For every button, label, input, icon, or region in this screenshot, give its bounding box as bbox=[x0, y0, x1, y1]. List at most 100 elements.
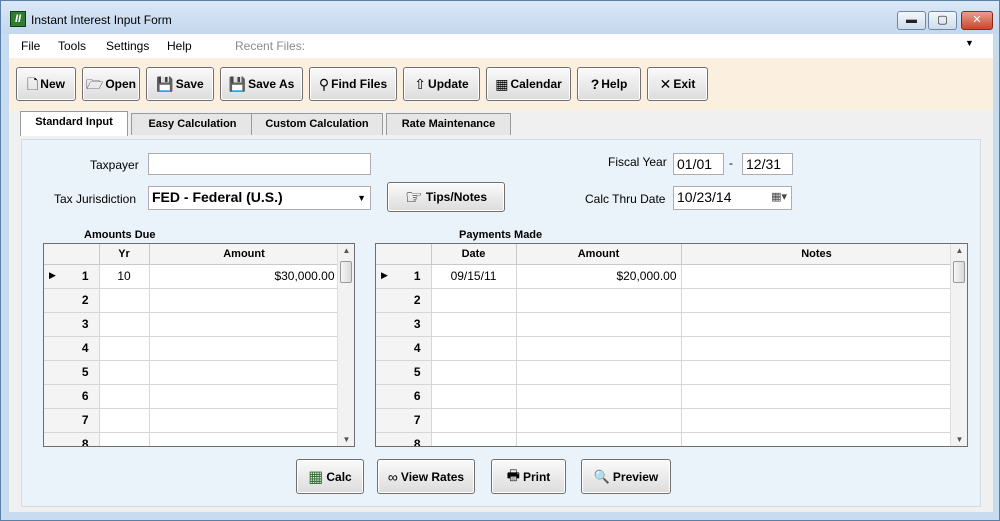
new-button[interactable]: 🗋 New bbox=[16, 67, 76, 101]
table-row[interactable]: 3 bbox=[376, 312, 953, 337]
row-header[interactable]: 2 bbox=[376, 288, 432, 313]
amount-cell[interactable] bbox=[516, 408, 682, 433]
amount-cell[interactable]: $30,000.00 bbox=[149, 264, 340, 289]
row-header[interactable]: ▶ 1 bbox=[44, 264, 100, 289]
notes-cell[interactable] bbox=[681, 336, 953, 361]
exit-button[interactable]: ✕ Exit bbox=[647, 67, 708, 101]
table-row[interactable]: 5 bbox=[376, 360, 953, 385]
date-cell[interactable] bbox=[431, 432, 517, 446]
notes-cell[interactable] bbox=[681, 360, 953, 385]
table-row[interactable]: 6 bbox=[44, 384, 340, 409]
amount-cell[interactable] bbox=[149, 336, 340, 361]
row-header[interactable]: 2 bbox=[44, 288, 100, 313]
preview-button[interactable]: 🔍 Preview bbox=[581, 459, 671, 494]
scroll-up-icon[interactable]: ▲ bbox=[951, 246, 967, 255]
row-header[interactable]: 5 bbox=[44, 360, 100, 385]
payments-made-grid[interactable]: Date Amount Notes ▶ 1 09/15/11 $20,000.00 2 3… bbox=[375, 243, 968, 447]
table-row[interactable]: 8 bbox=[44, 432, 340, 446]
fiscal-year-start-input[interactable]: 01/01 bbox=[673, 153, 724, 175]
minimize-button[interactable]: ▬ bbox=[897, 11, 926, 30]
table-row[interactable]: 3 bbox=[44, 312, 340, 337]
scroll-thumb[interactable] bbox=[953, 261, 965, 283]
menu-help[interactable]: Help bbox=[167, 39, 192, 53]
calendar-button[interactable]: ▦ Calendar bbox=[486, 67, 571, 101]
row-header[interactable]: 6 bbox=[44, 384, 100, 409]
row-header[interactable]: 3 bbox=[44, 312, 100, 337]
tab-rate-maintenance[interactable]: Rate Maintenance bbox=[386, 113, 511, 135]
date-cell[interactable] bbox=[431, 288, 517, 313]
tab-custom-calculation[interactable]: Custom Calculation bbox=[251, 113, 383, 135]
row-header[interactable]: 5 bbox=[376, 360, 432, 385]
amount-cell[interactable] bbox=[149, 312, 340, 337]
column-header-notes[interactable]: Notes bbox=[681, 244, 953, 265]
amount-cell[interactable] bbox=[516, 336, 682, 361]
menu-file[interactable]: File bbox=[21, 39, 40, 53]
save-button[interactable]: 💾 Save bbox=[146, 67, 214, 101]
row-header[interactable]: 8 bbox=[376, 432, 432, 446]
date-cell[interactable] bbox=[431, 312, 517, 337]
row-header[interactable]: 7 bbox=[44, 408, 100, 433]
table-row[interactable]: ▶ 1 09/15/11 $20,000.00 bbox=[376, 264, 953, 289]
table-row[interactable]: 7 bbox=[44, 408, 340, 433]
calc-button[interactable]: ▦ Calc bbox=[296, 459, 364, 494]
table-row[interactable]: 5 bbox=[44, 360, 340, 385]
table-row[interactable]: 8 bbox=[376, 432, 953, 446]
amounts-due-scrollbar[interactable]: ▲ ▼ bbox=[337, 244, 354, 446]
date-cell[interactable] bbox=[431, 384, 517, 409]
amount-cell[interactable]: $20,000.00 bbox=[516, 264, 682, 289]
scroll-down-icon[interactable]: ▼ bbox=[338, 435, 354, 444]
amount-cell[interactable] bbox=[149, 432, 340, 446]
close-button[interactable]: ✕ bbox=[961, 11, 993, 30]
calendar-dropdown-icon[interactable]: ▦▾ bbox=[771, 190, 787, 203]
column-header-amount[interactable]: Amount bbox=[516, 244, 682, 265]
table-row[interactable]: 2 bbox=[376, 288, 953, 313]
chevron-down-icon[interactable]: ▼ bbox=[965, 38, 974, 48]
amount-cell[interactable] bbox=[516, 432, 682, 446]
open-button[interactable]: 🗁 Open bbox=[82, 67, 140, 101]
yr-cell[interactable] bbox=[99, 312, 150, 337]
amount-cell[interactable] bbox=[149, 288, 340, 313]
amount-cell[interactable] bbox=[149, 360, 340, 385]
table-row[interactable]: 4 bbox=[376, 336, 953, 361]
amount-cell[interactable] bbox=[149, 384, 340, 409]
maximize-button[interactable]: ▢ bbox=[928, 11, 957, 30]
yr-cell[interactable] bbox=[99, 384, 150, 409]
taxpayer-input[interactable] bbox=[148, 153, 371, 175]
tax-jurisdiction-select[interactable]: FED - Federal (U.S.) ▼ bbox=[148, 186, 371, 210]
notes-cell[interactable] bbox=[681, 312, 953, 337]
yr-cell[interactable] bbox=[99, 432, 150, 446]
table-row[interactable]: 6 bbox=[376, 384, 953, 409]
yr-cell[interactable]: 10 bbox=[99, 264, 150, 289]
amount-cell[interactable] bbox=[516, 312, 682, 337]
column-header-date[interactable]: Date bbox=[431, 244, 517, 265]
row-header[interactable]: 8 bbox=[44, 432, 100, 446]
scroll-up-icon[interactable]: ▲ bbox=[338, 246, 354, 255]
notes-cell[interactable] bbox=[681, 264, 953, 289]
table-row[interactable]: 7 bbox=[376, 408, 953, 433]
row-header[interactable]: 7 bbox=[376, 408, 432, 433]
notes-cell[interactable] bbox=[681, 384, 953, 409]
table-row[interactable]: 4 bbox=[44, 336, 340, 361]
tab-easy-calculation[interactable]: Easy Calculation bbox=[131, 113, 254, 135]
scroll-down-icon[interactable]: ▼ bbox=[951, 435, 967, 444]
payments-made-scrollbar[interactable]: ▲ ▼ bbox=[950, 244, 967, 446]
row-header[interactable]: ▶ 1 bbox=[376, 264, 432, 289]
date-cell[interactable] bbox=[431, 408, 517, 433]
row-header[interactable]: 6 bbox=[376, 384, 432, 409]
update-button[interactable]: ⇧ Update bbox=[403, 67, 480, 101]
yr-cell[interactable] bbox=[99, 360, 150, 385]
table-row[interactable]: 2 bbox=[44, 288, 340, 313]
recent-files-dropdown[interactable] bbox=[308, 36, 988, 56]
notes-cell[interactable] bbox=[681, 288, 953, 313]
print-button[interactable]: 🖶 Print bbox=[491, 459, 566, 494]
yr-cell[interactable] bbox=[99, 408, 150, 433]
amounts-due-grid[interactable]: Yr Amount ▶ 1 10 $30,000.00 2 3 4 5 6 7 8 ▲ ▼ bbox=[43, 243, 355, 447]
notes-cell[interactable] bbox=[681, 432, 953, 446]
calc-thru-date-picker[interactable]: 10/23/14 ▦▾ bbox=[673, 186, 792, 210]
amount-cell[interactable] bbox=[149, 408, 340, 433]
amount-cell[interactable] bbox=[516, 360, 682, 385]
tips-notes-button[interactable]: ☞ Tips/Notes bbox=[387, 182, 505, 212]
help-button[interactable]: ? Help bbox=[577, 67, 641, 101]
column-header-yr[interactable]: Yr bbox=[99, 244, 150, 265]
amount-cell[interactable] bbox=[516, 288, 682, 313]
